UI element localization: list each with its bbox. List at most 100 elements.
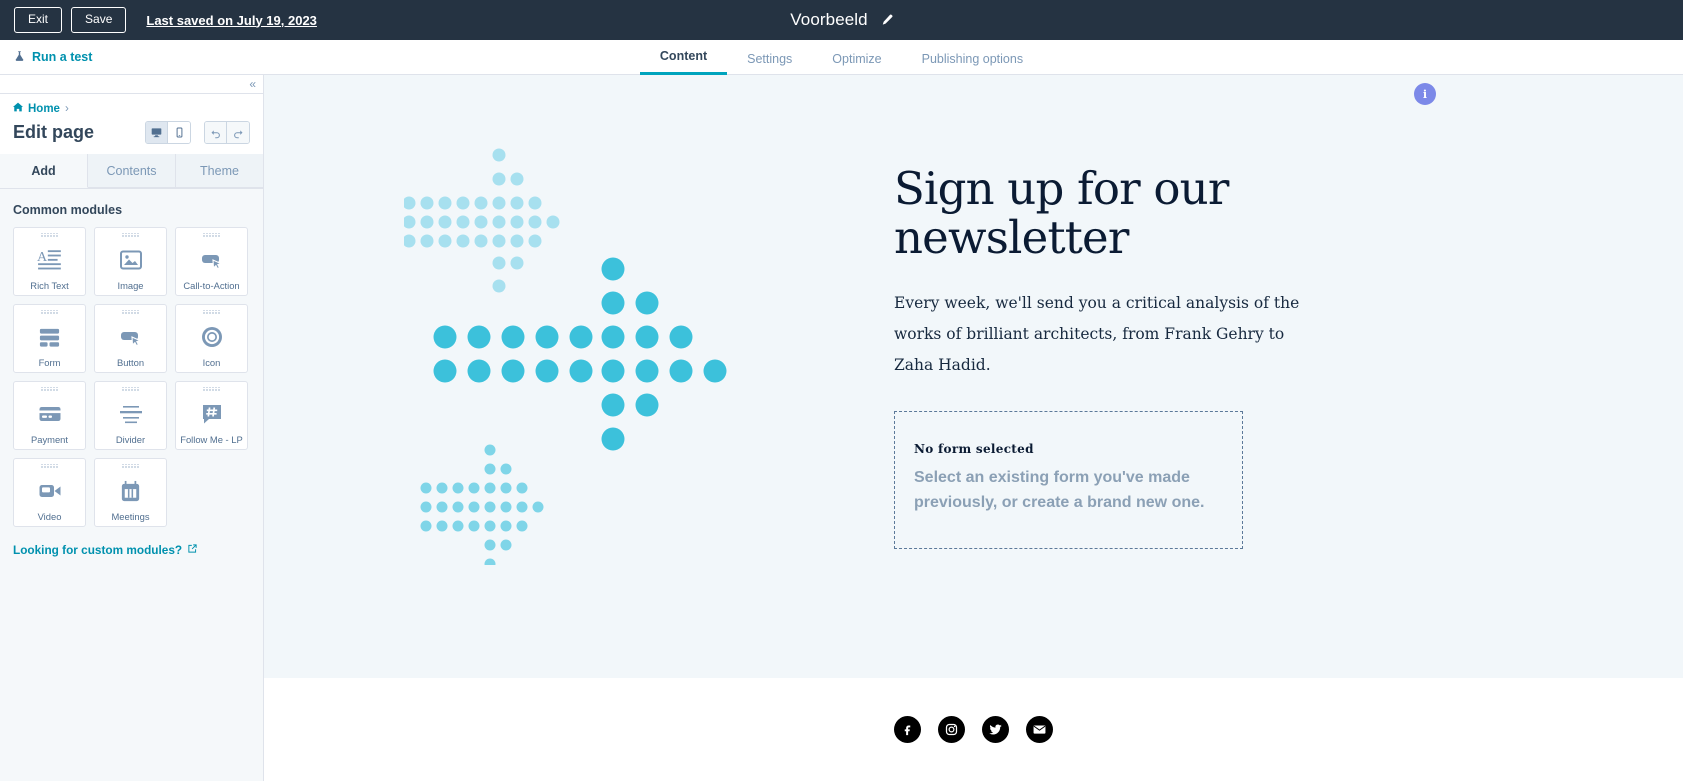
sidebar-title-row: Edit page [13,121,250,144]
tab-content[interactable]: Content [639,49,728,75]
module-label: Meetings [111,510,150,522]
left-sidebar: « Home › Edit page Add Contents Theme Co… [0,75,264,781]
form-placeholder-module[interactable]: No form selected Select an existing form… [894,411,1243,549]
hero-image-column [324,75,824,678]
custom-modules-label: Looking for custom modules? [13,543,183,557]
tab-optimize[interactable]: Optimize [812,52,901,76]
form-icon [38,317,61,358]
drag-grip-icon [41,310,58,314]
drag-grip-icon [122,464,139,468]
drag-grip-icon [203,310,220,314]
sidebar-header: Home › Edit page [0,94,263,154]
sidebar-tabs: Add Contents Theme [0,154,263,189]
drag-grip-icon [41,233,58,237]
drag-grip-icon [41,387,58,391]
module-card-form[interactable]: Form [13,304,86,373]
module-card-button[interactable]: Button [94,304,167,373]
desktop-icon[interactable] [146,122,168,143]
dot-pattern-graphic [404,148,727,565]
page-title: Voorbeeld [790,10,868,29]
tab-publishing-options[interactable]: Publishing options [902,52,1043,76]
module-card-rich-text[interactable]: A Rich Text [13,227,86,296]
save-button[interactable]: Save [71,7,127,33]
hero-section: i Sign up for our newsletter Every week,… [264,75,1683,678]
button-cursor-icon [119,317,143,358]
drag-grip-icon [203,387,220,391]
module-label: Follow Me - LP [180,433,243,445]
module-card-payment[interactable]: Payment [13,381,86,450]
external-link-icon [187,543,198,557]
sidebar-title: Edit page [13,122,95,142]
module-card-call-to-action[interactable]: Call-to-Action [175,227,248,296]
divider-lines-icon [119,394,143,435]
breadcrumb: Home › [13,102,250,115]
breadcrumb-home[interactable]: Home [28,103,60,115]
redo-arrow-icon[interactable] [227,122,249,143]
form-placeholder-title: No form selected [914,442,1034,457]
custom-modules-link[interactable]: Looking for custom modules? [13,543,250,557]
module-label: Call-to-Action [183,279,240,291]
drag-grip-icon [41,464,58,468]
sidebar-tab-contents[interactable]: Contents [88,154,176,188]
info-badge[interactable]: i [1414,83,1436,105]
undo-arrow-icon[interactable] [205,122,227,143]
image-icon [119,240,143,281]
module-label: Image [117,279,144,291]
module-card-divider[interactable]: Divider [94,381,167,450]
module-label: Rich Text [30,279,69,291]
editor-body: « Home › Edit page Add Contents Theme Co… [0,75,1683,781]
view-toggle-group [145,121,191,144]
mobile-icon[interactable] [168,122,190,143]
history-group [204,121,250,144]
twitter-icon[interactable] [982,716,1009,743]
module-card-video[interactable]: Video [13,458,86,527]
cta-button-cursor-icon [200,240,224,281]
exit-button[interactable]: Exit [14,7,63,33]
email-icon[interactable] [1026,716,1053,743]
pencil-icon[interactable] [880,14,893,27]
module-label: Icon [202,356,221,368]
module-card-meetings[interactable]: Meetings [94,458,167,527]
module-label: Divider [115,433,146,445]
common-modules-heading: Common modules [13,203,123,217]
hero-text-column: i Sign up for our newsletter Every week,… [894,75,1436,549]
module-card-follow-me-lp[interactable]: Follow Me - LP [175,381,248,450]
sidebar-tab-add[interactable]: Add [0,154,88,188]
tab-settings[interactable]: Settings [727,52,812,76]
top-toolbar-left: Exit Save Last saved on July 19, 2023 [14,7,317,33]
drag-grip-icon [203,233,220,237]
module-label: Video [37,510,62,522]
form-placeholder-subtitle: Select an existing form you've made prev… [914,469,1205,511]
last-saved-link[interactable]: Last saved on July 19, 2023 [146,13,317,28]
circle-badge-icon [200,317,224,358]
hero-paragraph[interactable]: Every week, we'll send you a critical an… [894,288,1324,381]
rich-text-icon: A [37,240,63,281]
module-label: Button [116,356,145,368]
drag-grip-icon [122,310,139,314]
video-camera-icon [38,471,62,512]
secondary-navbar: Run a test Content Settings Optimize Pub… [0,40,1683,75]
module-label: Payment [31,433,68,445]
sidebar-content: Common modules A Rich Text Image Call-to… [0,189,263,781]
hero-headline[interactable]: Sign up for our newsletter [894,164,1324,262]
drag-grip-icon [122,387,139,391]
hashtag-speech-bubble-icon [200,394,224,435]
module-label: Form [38,356,61,368]
home-icon [13,102,23,115]
module-card-image[interactable]: Image [94,227,167,296]
instagram-icon[interactable] [938,716,965,743]
hero-inner: i Sign up for our newsletter Every week,… [264,75,1683,678]
svg-text:A: A [37,249,48,265]
sidebar-collapse-row: « [0,75,263,94]
footer-social-bar [264,678,1683,781]
credit-card-icon [38,394,62,435]
chevron-double-left-icon[interactable]: « [249,78,256,90]
module-card-icon[interactable]: Icon [175,304,248,373]
sidebar-tab-theme[interactable]: Theme [176,154,263,188]
facebook-icon[interactable] [894,716,921,743]
top-toolbar: Exit Save Last saved on July 19, 2023 Vo… [0,0,1683,40]
calendar-icon [119,471,142,512]
editor-tabs: Content Settings Optimize Publishing opt… [0,40,1683,75]
drag-grip-icon [122,233,139,237]
module-grid: A Rich Text Image Call-to-Action Form Bu… [13,227,250,527]
